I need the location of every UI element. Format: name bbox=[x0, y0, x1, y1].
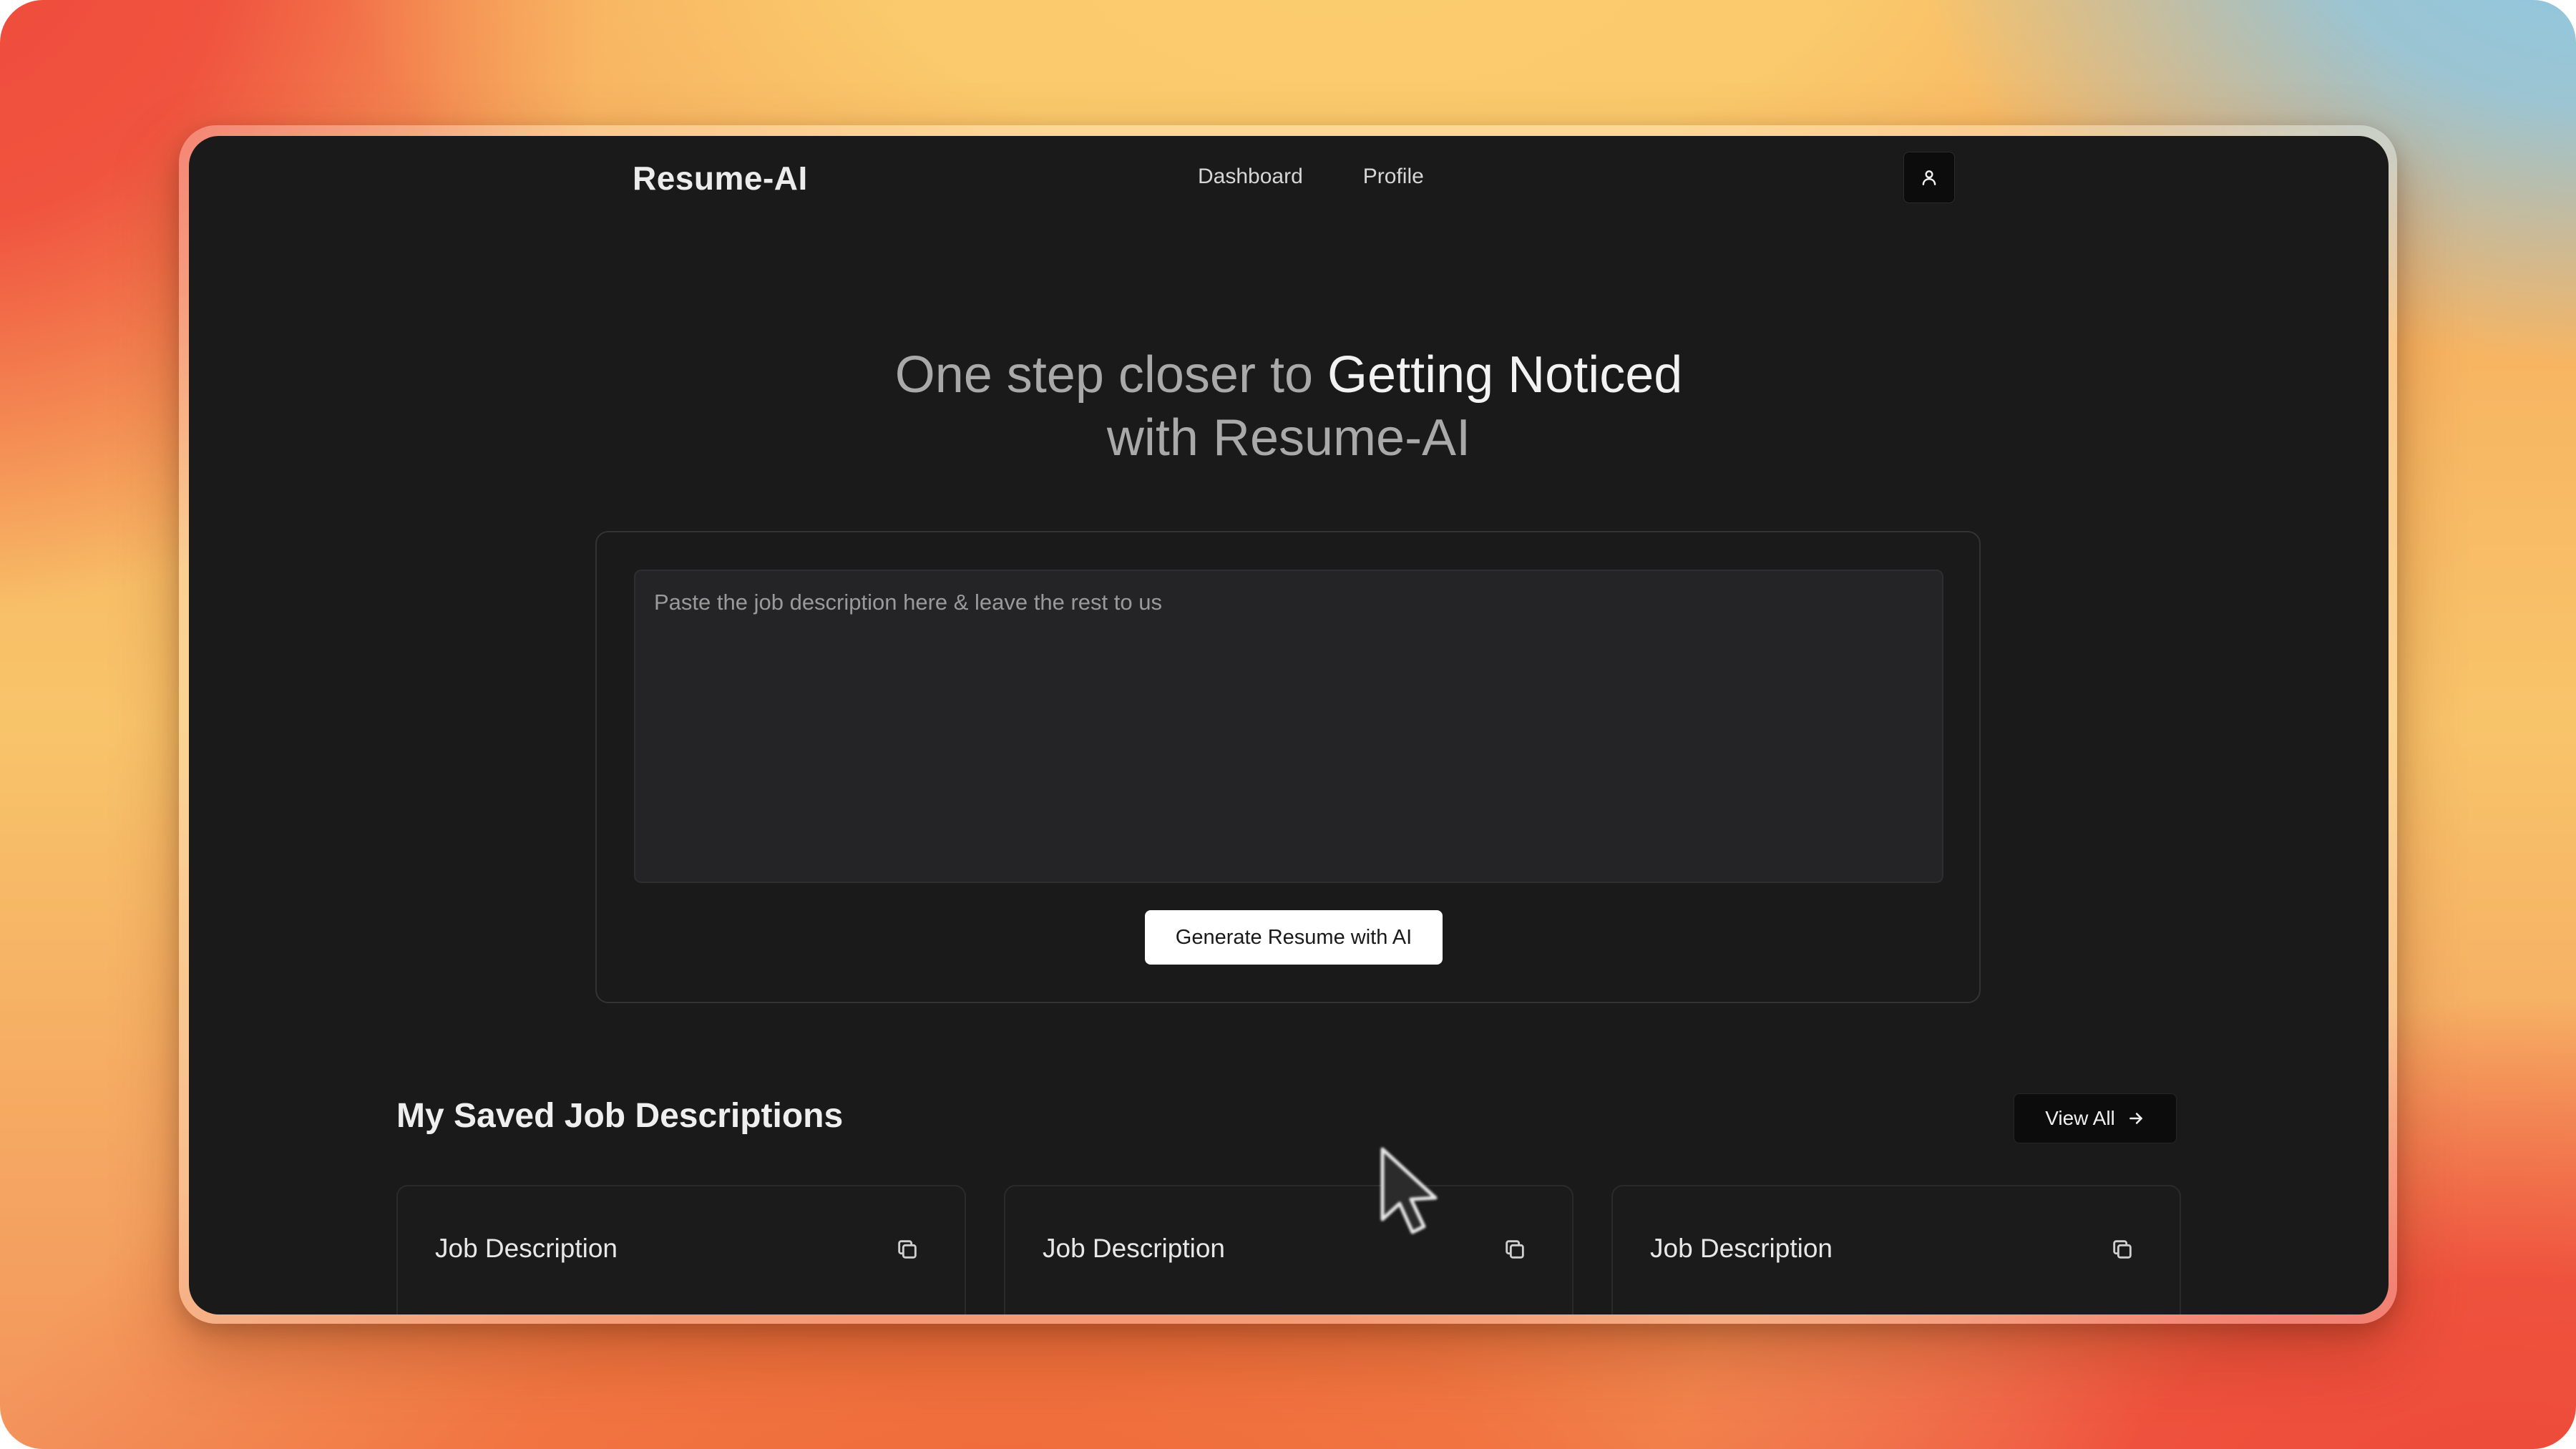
copy-button[interactable] bbox=[893, 1235, 922, 1264]
nav-link-dashboard[interactable]: Dashboard bbox=[1198, 165, 1303, 189]
top-navbar: Resume-AI Dashboard Profile bbox=[189, 136, 2389, 222]
copy-icon bbox=[2113, 1240, 2132, 1259]
view-all-button[interactable]: View All bbox=[2014, 1093, 2177, 1143]
copy-icon bbox=[1506, 1240, 1524, 1259]
saved-section-title: My Saved Job Descriptions bbox=[396, 1097, 844, 1135]
copy-icon bbox=[898, 1240, 917, 1259]
mouse-pointer-icon bbox=[1380, 1147, 1438, 1234]
job-description-input[interactable] bbox=[634, 570, 1943, 883]
saved-job-card[interactable]: Job Description bbox=[1611, 1185, 2181, 1314]
hero-highlight: Getting Noticed bbox=[1327, 346, 1683, 404]
hero-suffix: with Resume-AI bbox=[1106, 409, 1471, 467]
user-icon bbox=[1922, 170, 1936, 185]
arrow-right-icon bbox=[2129, 1113, 2142, 1124]
copy-button[interactable] bbox=[2108, 1235, 2137, 1264]
nav-link-profile[interactable]: Profile bbox=[1363, 165, 1424, 189]
generate-resume-button[interactable]: Generate Resume with AI bbox=[1145, 910, 1443, 965]
job-card-title: Job Description bbox=[435, 1234, 618, 1263]
browser-window: Resume-AI Dashboard Profile One step clo… bbox=[189, 136, 2389, 1314]
copy-button[interactable] bbox=[1501, 1235, 1529, 1264]
nav-links: Dashboard Profile bbox=[1198, 165, 1424, 189]
hero-prefix: One step closer to bbox=[894, 346, 1328, 404]
saved-job-card[interactable]: Job Description bbox=[396, 1185, 966, 1314]
hero-headline: One step closer to Getting Noticed with … bbox=[189, 343, 2389, 469]
brand-logo[interactable]: Resume-AI bbox=[633, 159, 808, 197]
job-description-composer: Generate Resume with AI bbox=[595, 531, 1981, 1003]
job-card-title: Job Description bbox=[1043, 1234, 1226, 1263]
view-all-label: View All bbox=[2045, 1107, 2115, 1129]
saved-job-card[interactable]: Job Description bbox=[1004, 1185, 1574, 1314]
profile-button[interactable] bbox=[1903, 152, 1955, 203]
job-card-title: Job Description bbox=[1650, 1234, 1833, 1263]
